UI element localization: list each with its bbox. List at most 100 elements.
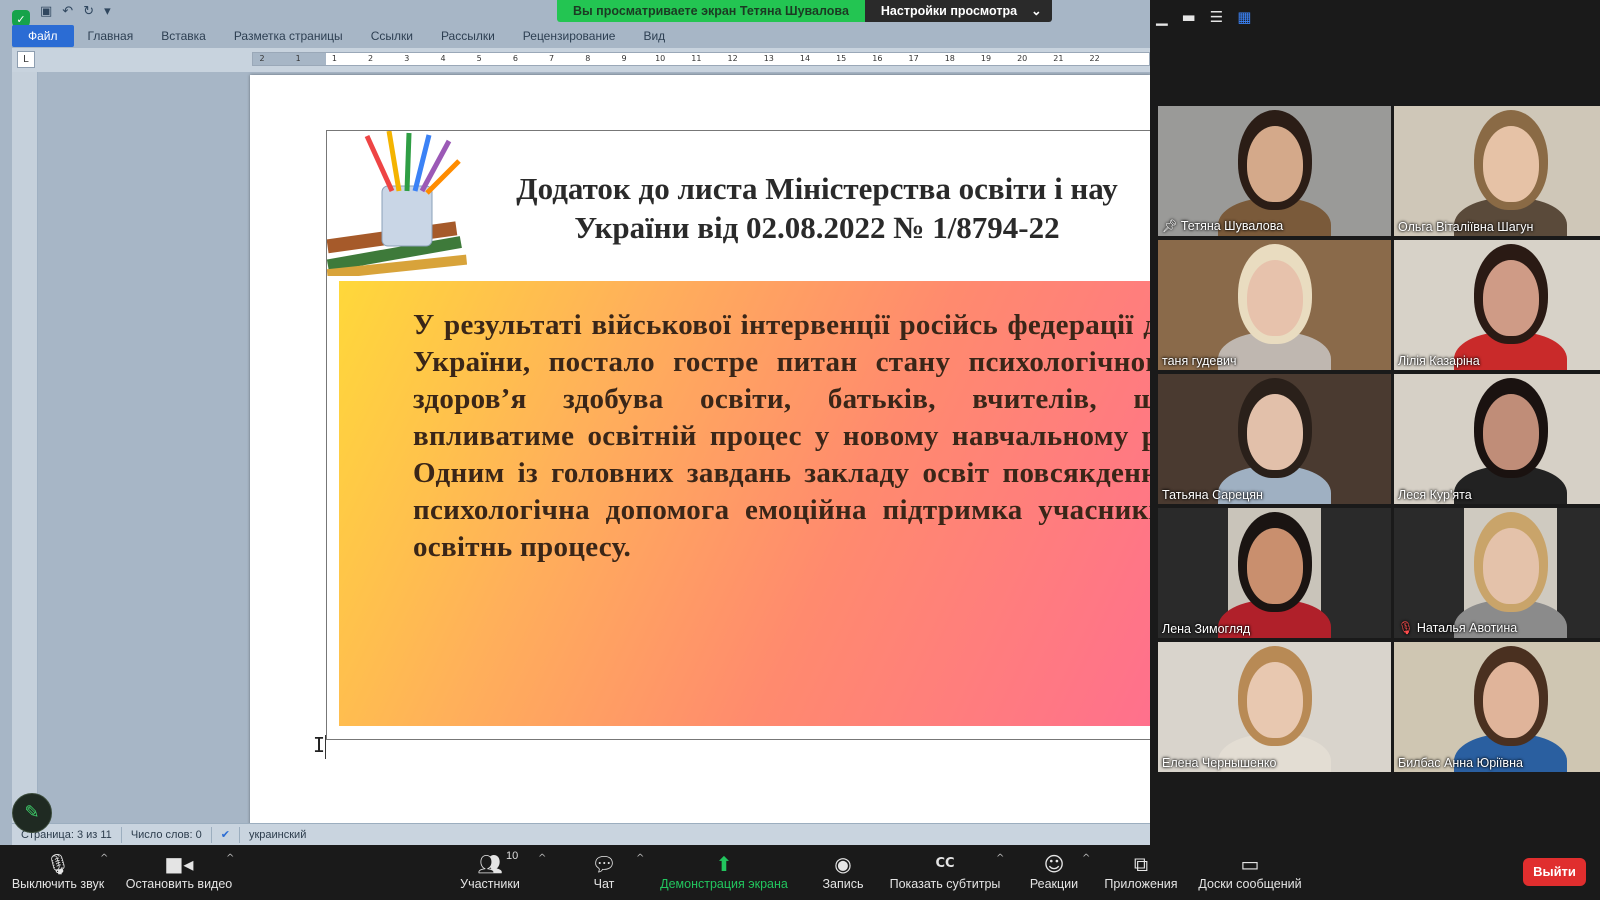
ruler-mark: 15	[836, 54, 847, 63]
mute-button[interactable]: 🎙︎ Выключить звук ^	[10, 851, 109, 891]
participant-tile[interactable]: Ольга Віталіївна Шагун	[1394, 106, 1600, 236]
participant-name: Ольга Віталіївна Шагун	[1398, 220, 1533, 234]
audio-options-caret-icon[interactable]: ^	[100, 853, 108, 864]
ruler-mark: 4	[440, 54, 446, 63]
slide-body-text: У результаті військової інтервенції росі…	[413, 309, 1150, 563]
whiteboards-button[interactable]: ▭ Доски сообщений	[1194, 851, 1306, 891]
ruler-mark: 20	[1017, 54, 1028, 63]
ribbon-tab[interactable]: Рецензирование	[509, 25, 630, 47]
zoom-meeting-window: ▣ ↶ ↻ ▾ ✓ Файл Главная Вставка Разметка стр…	[0, 0, 1600, 900]
participant-tile[interactable]: Елена Чернышенко	[1158, 642, 1391, 772]
save-icon[interactable]: ▣	[40, 4, 52, 19]
horizontal-ruler[interactable]: 2 1 1 2 3 4 5 6 7 8 9 10 11 12 13 14 15 16 17 18 19 20 21 22	[252, 52, 1150, 66]
chat-button[interactable]: 💬︎ Чат ^	[584, 851, 644, 891]
ribbon-tab[interactable]: Вставка	[147, 25, 220, 47]
strip-view-icon[interactable]: ☰	[1210, 8, 1223, 26]
participant-tile[interactable]: Леся Кур'ята	[1394, 374, 1600, 504]
participants-caret-icon[interactable]: ^	[538, 853, 546, 864]
ruler-mark: 5	[476, 54, 482, 63]
document-page[interactable]: Додаток до листа Міністерства освіти і н…	[250, 75, 1150, 835]
language-indicator[interactable]: украинский	[240, 827, 315, 843]
mic-muted-icon: 🎙︎	[1398, 620, 1414, 635]
viewing-screen-label: Вы просматриваете экран Тетяна Шувалова	[557, 0, 865, 22]
video-camera-icon: ■◂	[164, 852, 194, 876]
cc-icon: CC	[935, 856, 955, 871]
view-options-label: Настройки просмотра	[880, 4, 1018, 18]
share-screen-button[interactable]: ⬆ Демонстрация экрана	[656, 851, 792, 891]
participant-name-text: Лена Зимогляд	[1162, 622, 1251, 636]
speaker-view-icon[interactable]: ▬	[1182, 8, 1196, 26]
participant-name: 🎙︎ Наталья Авотина	[1398, 620, 1517, 636]
minimize-icon[interactable]: ▁	[1156, 8, 1168, 26]
chat-caret-icon[interactable]: ^	[636, 853, 644, 864]
ruler-mark: 11	[691, 54, 702, 63]
pencils-icon	[327, 131, 467, 276]
whiteboard-icon: ▭	[1240, 852, 1260, 876]
microphone-icon: 🎙︎	[45, 852, 71, 876]
ruler-mark: 2	[259, 54, 265, 63]
chevron-down-icon: ⌄	[1031, 4, 1042, 18]
ruler-row: L 2 1 1 2 3 4 5 6 7 8 9 10 11 12 13 14 15 16 17 18 19 20 21 22	[12, 48, 1150, 72]
slide-title: Додаток до листа Міністерства освіти і н…	[516, 171, 1118, 245]
ribbon-tab[interactable]: Файл	[12, 25, 74, 47]
annotate-pencil-icon[interactable]: ✎	[12, 793, 52, 833]
ruler-mark: 8	[585, 54, 591, 63]
participant-name: таня гудевич	[1162, 354, 1236, 368]
ribbon-tab[interactable]: Рассылки	[427, 25, 509, 47]
participant-tile[interactable]: Лілія Казаріна	[1394, 240, 1600, 370]
ruler-mark: 10	[655, 54, 666, 63]
slide-image: Додаток до листа Міністерства освіти і н…	[326, 130, 1150, 740]
participant-tile[interactable]: 🎙︎ Наталья Авотина	[1394, 508, 1600, 638]
participant-name-text: Елена Чернышенко	[1162, 756, 1277, 770]
ruler-mark: 16	[872, 54, 883, 63]
reactions-button[interactable]: ☺ Реакции ^	[1026, 851, 1091, 891]
word-count[interactable]: Число слов: 0	[122, 826, 212, 843]
participant-tile[interactable]: Лена Зимогляд	[1158, 508, 1391, 638]
ruler-mark: 1	[295, 54, 301, 63]
screen-share-banner: Вы просматриваете экран Тетяна Шувалова …	[557, 0, 1052, 22]
reactions-caret-icon[interactable]: ^	[1082, 853, 1090, 864]
customize-qat-icon[interactable]: ▾	[104, 4, 111, 19]
ruler-mark: 13	[763, 54, 774, 63]
stop-video-button[interactable]: ■◂ Остановить видео ^	[122, 851, 236, 891]
participant-name-text: таня гудевич	[1162, 354, 1237, 368]
ribbon-tab[interactable]: Вид	[629, 25, 679, 47]
tab-selector[interactable]: L	[17, 51, 35, 68]
meeting-toolbar: 🎙︎ Выключить звук ^ ■◂ Остановить видео …	[0, 845, 1600, 900]
ruler-mark: 9	[621, 54, 627, 63]
participant-name: Леся Кур'ята	[1398, 488, 1472, 502]
leave-button[interactable]: Выйти	[1523, 858, 1586, 886]
redo-icon[interactable]: ↻	[83, 4, 94, 19]
apps-button[interactable]: ⧉ Приложения	[1100, 851, 1182, 891]
participant-name-text: Билбас Анна Юріївна	[1398, 756, 1523, 770]
undo-icon[interactable]: ↶	[62, 4, 73, 19]
view-options-button[interactable]: Настройки просмотра ⌄	[864, 0, 1052, 22]
video-options-caret-icon[interactable]: ^	[226, 853, 234, 864]
participant-name-text: Леся Кур'ята	[1398, 488, 1472, 502]
ribbon-tab[interactable]: Главная	[74, 25, 148, 47]
ruler-mark: 3	[404, 54, 410, 63]
participant-name-text: Лілія Казаріна	[1398, 354, 1480, 368]
ruler-mark: 22	[1089, 54, 1100, 63]
participant-name-text: Наталья Авотина	[1416, 621, 1518, 635]
ribbon-tab[interactable]: Ссылки	[357, 25, 427, 47]
ribbon-tab[interactable]: Разметка страницы	[220, 25, 357, 47]
ruler-mark: 1	[331, 54, 337, 63]
captions-caret-icon[interactable]: ^	[996, 853, 1004, 864]
participant-tile[interactable]: таня гудевич	[1158, 240, 1391, 370]
ribbon-tabs: Файл Главная Вставка Разметка страницы Ссылк…	[12, 25, 1150, 47]
apps-icon: ⧉	[1133, 852, 1149, 876]
participant-tile[interactable]: 📌︎ Тетяна Шувалова	[1158, 106, 1391, 236]
show-captions-button[interactable]: CC Показать субтитры ^	[884, 851, 1006, 891]
participants-button[interactable]: 👥︎ 10 Участники ^	[452, 850, 546, 891]
spellcheck-icon[interactable]: ✔	[212, 826, 240, 843]
ruler-mark: 21	[1053, 54, 1064, 63]
ruler-mark: 12	[727, 54, 738, 63]
smiley-icon: ☺	[1043, 852, 1065, 876]
gallery-view-icon[interactable]: ▦	[1237, 8, 1251, 26]
participant-tile[interactable]: Татьяна Сарецян	[1158, 374, 1391, 504]
participant-tile[interactable]: Билбас Анна Юріївна	[1394, 642, 1600, 772]
record-button[interactable]: ◉ Запись	[813, 851, 873, 891]
record-icon: ◉	[834, 852, 852, 876]
participant-name: Елена Чернышенко	[1162, 756, 1276, 770]
